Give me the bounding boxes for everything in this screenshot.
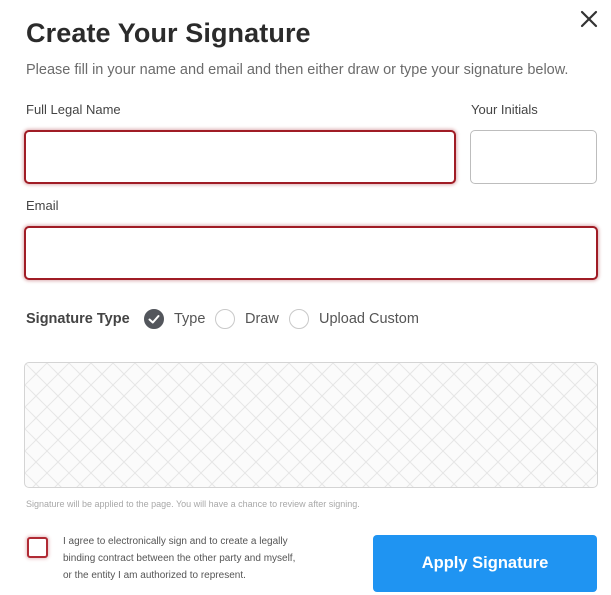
crosshatch-pattern	[25, 363, 597, 487]
agreement-line: binding contract between the other party…	[63, 553, 296, 564]
agreement-checkbox[interactable]	[27, 537, 48, 558]
full-name-label: Full Legal Name	[26, 102, 121, 117]
agreement-line: or the entity I am authorized to represe…	[63, 570, 246, 581]
signature-type-label: Signature Type	[26, 311, 130, 327]
email-label: Email	[26, 198, 59, 213]
signature-pad[interactable]	[24, 362, 598, 488]
radio-type-label[interactable]: Type	[174, 311, 205, 327]
radio-draw-label[interactable]: Draw	[245, 311, 279, 327]
radio-upload-custom-label[interactable]: Upload Custom	[319, 311, 419, 327]
email-input[interactable]	[24, 226, 598, 280]
close-icon[interactable]	[578, 8, 600, 30]
radio-type[interactable]	[144, 309, 164, 329]
radio-draw[interactable]	[215, 309, 235, 329]
agreement-text: I agree to electronically sign and to cr…	[63, 533, 323, 584]
signature-note: Signature will be applied to the page. Y…	[26, 499, 360, 509]
radio-upload-custom[interactable]	[289, 309, 309, 329]
dialog-title: Create Your Signature	[26, 18, 311, 48]
dialog-subtitle: Please fill in your name and email and t…	[26, 62, 569, 78]
apply-signature-button[interactable]: Apply Signature	[373, 535, 597, 592]
agreement-line: I agree to electronically sign and to cr…	[63, 536, 288, 547]
initials-label: Your Initials	[471, 102, 538, 117]
checkmark-icon	[148, 315, 160, 324]
signature-dialog: Create Your Signature Please fill in you…	[0, 0, 611, 595]
full-name-input[interactable]	[24, 130, 456, 184]
initials-input[interactable]	[470, 130, 597, 184]
